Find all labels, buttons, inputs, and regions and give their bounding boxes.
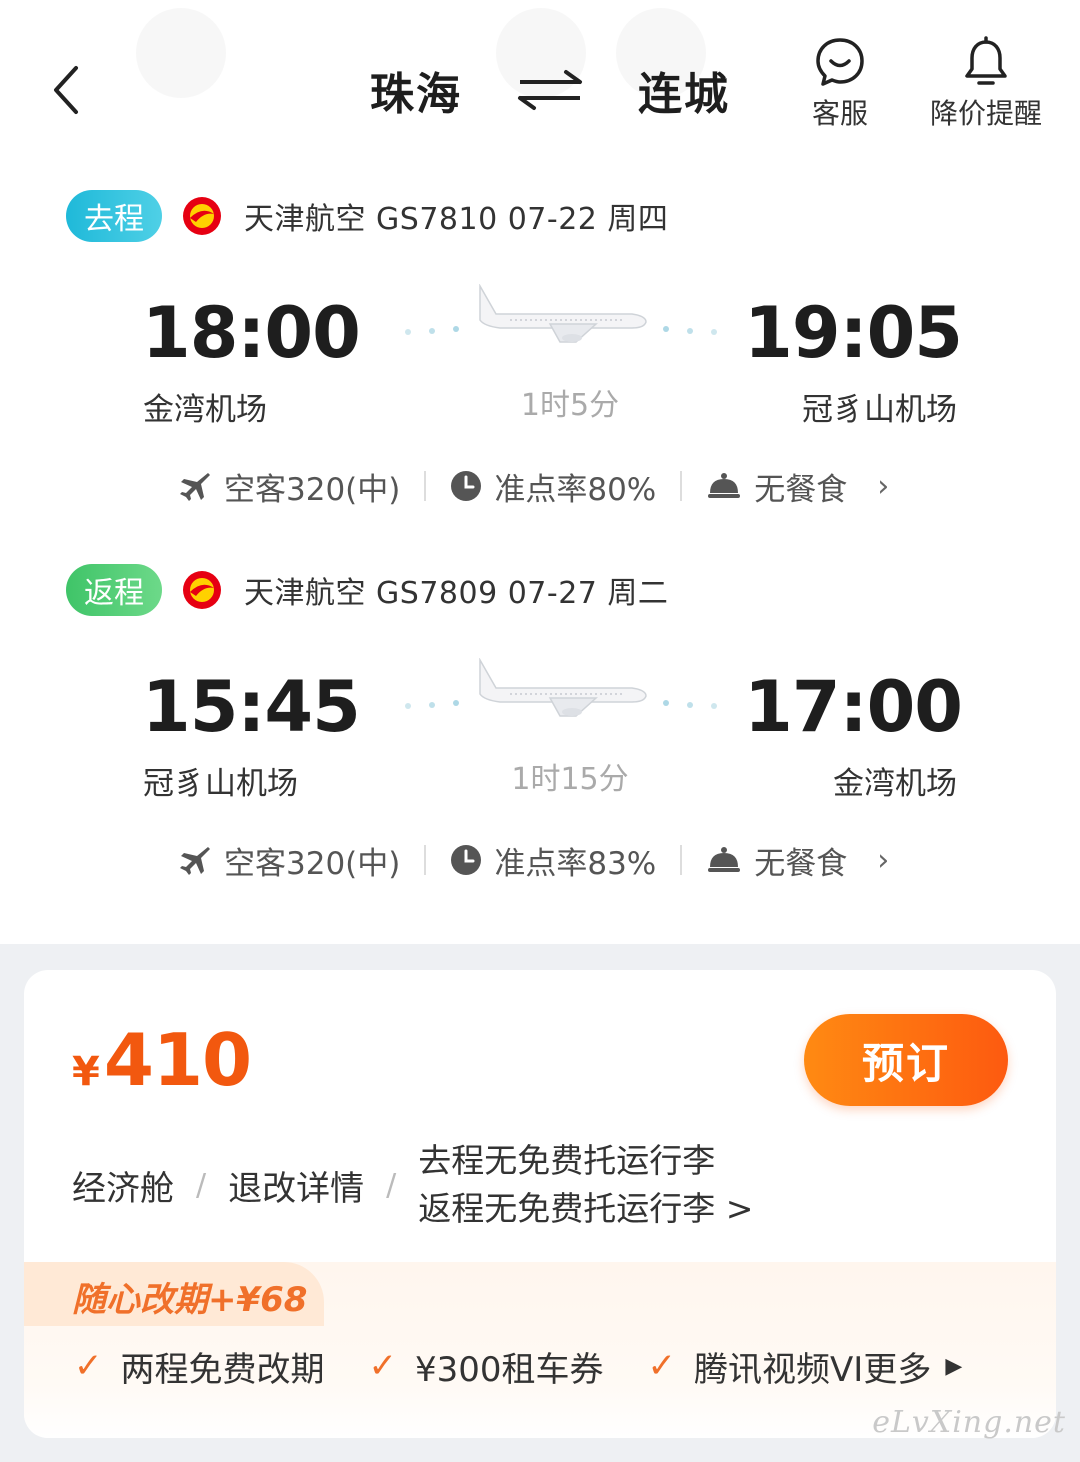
caret-right-icon: ▶: [945, 1353, 963, 1379]
arrival-time: 19:05: [744, 292, 963, 374]
more-label: 更多: [863, 1349, 932, 1390]
divider: [424, 471, 427, 501]
ontime-label: 准点率83%: [494, 845, 657, 882]
segment-header: 返程 天津航空 GS7809 07-27 周二: [66, 562, 668, 618]
ontime-rate: 准点率80%: [450, 464, 656, 509]
return-segment: 返程 天津航空 GS7809 07-27 周二 15:45 17:00 冠豸山机…: [0, 562, 1080, 922]
watermark: eLvXing.net: [872, 1405, 1066, 1440]
tianjin-airlines-logo-icon: [183, 197, 221, 235]
destination-city[interactable]: 连城: [638, 58, 730, 122]
separator: /: [196, 1167, 207, 1203]
chevron-right-icon: ›: [877, 842, 890, 878]
route-title: 珠海 连城: [370, 58, 730, 122]
perk-label: 腾讯视频VI: [694, 1349, 864, 1390]
departure-time: 15:45: [142, 666, 361, 748]
price: ¥ 410: [72, 1018, 252, 1102]
aircraft-label: 空客320(中): [224, 471, 401, 508]
baggage-outbound: 去程无免费托运行李: [418, 1141, 716, 1180]
baggage-return: 返程无免费托运行李 >: [418, 1189, 754, 1228]
plane-icon: [180, 847, 210, 875]
cabin-class: 经济舱: [72, 1168, 174, 1209]
outbound-segment: 去程 天津航空 GS7810 07-22 周四 18:00 19:05 金湾机场…: [0, 188, 1080, 548]
bell-icon: [965, 36, 1007, 85]
aircraft-type: 空客320(中): [178, 838, 400, 883]
flight-details-row[interactable]: 空客320(中) 准点率80% 无餐食 ›: [178, 464, 889, 508]
top-bar: 珠海 连城 客服 降价提醒: [0, 0, 1080, 160]
cabin-row: 经济舱 / 退改详情 / 去程无免费托运行李 返程无免费托运行李 >: [72, 1130, 753, 1240]
price-card: ¥ 410 预订 经济舱 / 退改详情 / 去程无免费托运行李 返程无免费托运行…: [24, 970, 1056, 1438]
refund-details-link[interactable]: 退改详情: [228, 1161, 364, 1210]
meal-info: 无餐食: [706, 838, 847, 883]
back-arrow-icon: [54, 66, 78, 114]
book-button[interactable]: 预订: [804, 1014, 1008, 1106]
tianjin-airlines-logo-icon: [183, 571, 221, 609]
ontime-rate: 准点率83%: [450, 838, 656, 883]
return-badge: 返程: [66, 564, 162, 616]
airplane-icon: [405, 658, 717, 717]
check-icon: ✓: [647, 1346, 677, 1386]
airplane-icon: [405, 284, 717, 343]
service-label: 客服: [811, 97, 868, 130]
check-icon: ✓: [74, 1346, 103, 1386]
aircraft-type: 空客320(中): [178, 464, 400, 509]
perk-item: ✓ 两程免费改期: [74, 1342, 325, 1391]
divider: [680, 471, 683, 501]
price-alert-label: 降价提醒: [929, 97, 1042, 130]
perk-item: ✓ ¥300租车券: [369, 1342, 604, 1391]
divider: [680, 845, 683, 875]
departure-time: 18:00: [142, 292, 361, 374]
divider: [424, 845, 427, 875]
meal-label: 无餐食: [754, 471, 848, 508]
flight-duration: 1时15分: [511, 762, 629, 797]
clock-icon: [451, 845, 482, 875]
separator: /: [386, 1167, 397, 1203]
flight-duration: 1时5分: [520, 388, 620, 423]
baggage-info[interactable]: 去程无免费托运行李 返程无免费托运行李 >: [418, 1137, 753, 1233]
meal-info: 无餐食: [706, 464, 847, 509]
meal-label: 无餐食: [754, 845, 848, 882]
flight-info: 天津航空 GS7809 07-27 周二: [244, 576, 669, 611]
back-button[interactable]: [40, 58, 100, 122]
decor-blob: [136, 8, 226, 98]
check-icon: ✓: [368, 1346, 398, 1386]
aircraft-label: 空客320(中): [224, 845, 401, 882]
currency-symbol: ¥: [72, 1049, 100, 1095]
outbound-badge: 去程: [66, 190, 162, 242]
departure-airport: 金湾机场: [143, 392, 267, 428]
chevron-right-icon: ›: [877, 468, 890, 504]
perk-item: ✓ 腾讯视频VI: [648, 1342, 864, 1391]
perk-label: ¥300租车券: [415, 1349, 604, 1390]
price-alert-button[interactable]: 降价提醒: [918, 36, 1054, 132]
arrival-time: 17:00: [744, 666, 963, 748]
ontime-label: 准点率80%: [494, 471, 657, 508]
chat-bubble-icon: [816, 38, 864, 86]
flight-info: 天津航空 GS7810 07-22 周四: [244, 202, 669, 237]
more-perks-link[interactable]: 更多 ▶: [863, 1342, 962, 1391]
addon-title: 随心改期+¥68: [72, 1280, 308, 1320]
perk-list: ✓ 两程免费改期 ✓ ¥300租车券 ✓ 腾讯视频VI 更多 ▶: [74, 1340, 962, 1392]
price-amount: 410: [103, 1018, 252, 1102]
customer-service-button[interactable]: 客服: [800, 36, 880, 132]
plane-icon: [180, 473, 210, 501]
arrival-airport: 冠豸山机场: [802, 392, 957, 428]
clock-icon: [451, 471, 482, 501]
flight-details-row[interactable]: 空客320(中) 准点率83% 无餐食 ›: [178, 838, 889, 882]
meal-cloche-icon: [708, 847, 741, 872]
arrival-airport: 金湾机场: [833, 766, 957, 802]
meal-cloche-icon: [708, 473, 741, 498]
origin-city[interactable]: 珠海: [370, 58, 462, 122]
segment-header: 去程 天津航空 GS7810 07-22 周四: [66, 188, 668, 244]
perk-label: 两程免费改期: [120, 1349, 325, 1390]
swap-icon[interactable]: [514, 66, 586, 114]
departure-airport: 冠豸山机场: [143, 766, 298, 802]
